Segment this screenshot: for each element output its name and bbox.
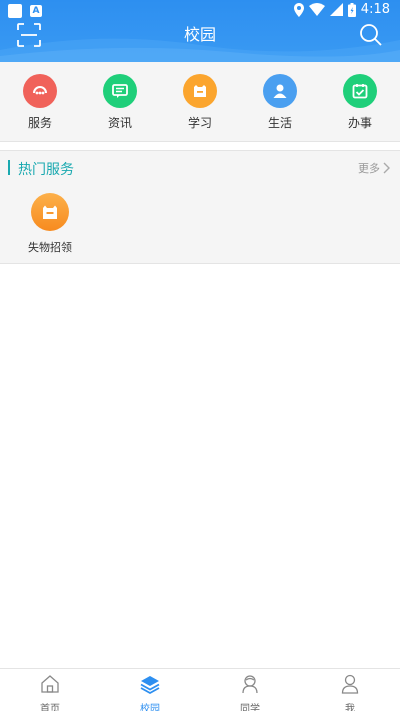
nav-label: 同学 [240,704,260,711]
user-icon [341,674,359,694]
title-bar: 校园 [0,22,400,62]
category-label: 学习 [187,116,212,130]
location-icon [293,2,304,17]
category-news[interactable]: 资讯 [90,74,150,131]
category-life[interactable]: 生活 [250,74,310,131]
page-title: 校园 [183,25,216,44]
category-label: 生活 [267,116,292,130]
category-row: 服务 资讯 学习 生活 办事 [0,62,400,142]
category-service[interactable]: 服务 [10,74,70,131]
box-icon [31,193,69,231]
category-label: 办事 [347,116,372,130]
a-icon: A [30,5,42,17]
section-marker [8,160,10,175]
category-label: 服务 [27,116,52,130]
nav-home[interactable]: 首页 [0,673,100,711]
person-icon [263,74,297,108]
category-study[interactable]: 学习 [170,74,230,131]
classmates-icon [242,675,258,694]
nav-campus[interactable]: 校园 [100,673,200,711]
nav-classmates[interactable]: 同学 [200,673,300,711]
more-link[interactable]: 更多 [358,160,390,176]
battery-icon [347,2,356,17]
layers-icon [140,676,160,695]
app-icon [8,4,22,18]
hot-service-lost-found[interactable]: 失物招领 [20,193,80,255]
category-affairs[interactable]: 办事 [330,74,390,131]
status-bar: A 4:18 [0,0,400,22]
hot-services-header: 热门服务 更多 [0,151,400,185]
search-icon[interactable] [358,22,384,48]
news-icon [103,74,137,108]
nav-me[interactable]: 我 [300,673,400,711]
hot-services-title: 热门服务 [18,162,74,178]
signal-icon [329,3,343,16]
more-label: 更多 [358,162,380,175]
app-header: A 4:18 校园 [0,0,400,62]
bottom-nav: 首页 校园 同学 我 [0,668,400,711]
status-time: 4:18 [360,2,390,17]
home-icon [41,675,59,693]
nav-label: 校园 [140,704,160,711]
chevron-right-icon [383,162,390,174]
service-icon [23,74,57,108]
nav-label: 我 [345,704,355,711]
calendar-check-icon [343,74,377,108]
nav-label: 首页 [40,704,60,711]
hot-service-label: 失物招领 [28,241,72,254]
hot-services-section: 热门服务 更多 失物招领 [0,150,400,264]
study-icon [183,74,217,108]
category-label: 资讯 [107,116,132,130]
wifi-icon [308,3,325,16]
